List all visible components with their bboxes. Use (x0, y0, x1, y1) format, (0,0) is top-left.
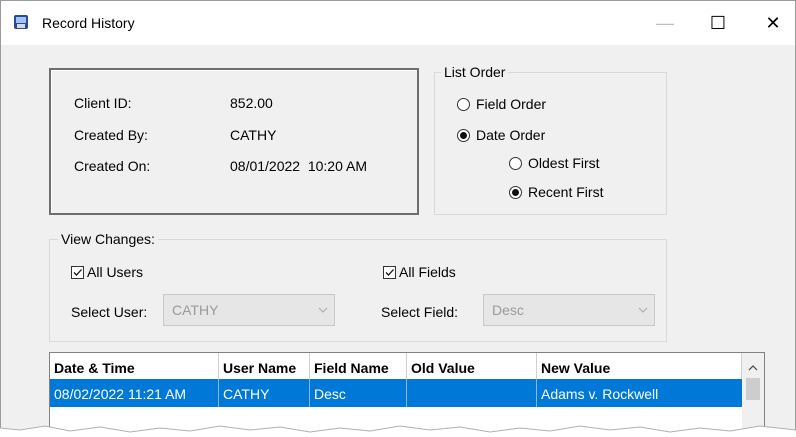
recent-first-label[interactable]: Recent First (528, 184, 603, 200)
date-order-radio[interactable] (457, 129, 470, 142)
select-user-value: CATHY (172, 302, 219, 318)
torn-edge (0, 425, 796, 437)
cell-date-time[interactable]: 08/02/2022 11:21 AM (50, 379, 219, 407)
created-by-label: Created By: (74, 127, 148, 143)
chevron-up-icon[interactable] (748, 364, 758, 372)
chevron-down-icon (318, 307, 328, 313)
cell-field-name[interactable]: Desc (310, 379, 407, 407)
oldest-first-radio[interactable] (509, 157, 522, 170)
title-bar: Record History — ☐ ✕ (1, 1, 795, 45)
select-field-dropdown[interactable]: Desc (483, 294, 655, 326)
column-header-user-name[interactable]: User Name (219, 353, 310, 379)
client-id-value: 852.00 (230, 95, 273, 111)
scrollbar-thumb[interactable] (746, 378, 760, 400)
select-user-label: Select User: (71, 304, 148, 320)
field-order-label[interactable]: Field Order (476, 96, 546, 112)
window-title: Record History (42, 15, 135, 31)
all-fields-label[interactable]: All Fields (399, 264, 456, 280)
app-icon (14, 15, 28, 29)
created-on-label: Created On: (74, 158, 151, 174)
maximize-button[interactable]: ☐ (694, 1, 742, 45)
checkmark-icon (385, 269, 394, 276)
checkmark-icon (73, 269, 82, 276)
cell-new-value[interactable]: Adams v. Rockwell (537, 379, 742, 407)
minimize-button[interactable]: — (641, 1, 689, 45)
all-users-checkbox[interactable] (71, 266, 84, 279)
client-id-label: Client ID: (74, 95, 132, 111)
close-button[interactable]: ✕ (749, 1, 795, 45)
column-header-date-time[interactable]: Date & Time (50, 353, 219, 379)
list-order-legend: List Order (441, 64, 509, 80)
oldest-first-label[interactable]: Oldest First (528, 155, 600, 171)
recent-first-radio[interactable] (509, 186, 522, 199)
view-changes-group (49, 239, 667, 342)
created-by-value: CATHY (230, 127, 277, 143)
select-user-dropdown[interactable]: CATHY (163, 294, 335, 326)
select-field-label: Select Field: (381, 304, 459, 320)
created-on-value: 08/01/2022 10:20 AM (230, 158, 367, 174)
all-fields-checkbox[interactable] (383, 266, 396, 279)
record-history-window: Record History — ☐ ✕ Client ID: 852.00 C… (0, 0, 796, 437)
cell-old-value[interactable] (407, 379, 537, 407)
date-order-label[interactable]: Date Order (476, 127, 545, 143)
all-users-label[interactable]: All Users (87, 264, 143, 280)
cell-user-name[interactable]: CATHY (219, 379, 310, 407)
column-header-new-value[interactable]: New Value (537, 353, 742, 379)
select-field-value: Desc (492, 302, 524, 318)
chevron-down-icon (638, 307, 648, 313)
column-header-field-name[interactable]: Field Name (310, 353, 407, 379)
view-changes-legend: View Changes: (58, 231, 158, 247)
field-order-radio[interactable] (457, 98, 470, 111)
column-header-old-value[interactable]: Old Value (407, 353, 537, 379)
